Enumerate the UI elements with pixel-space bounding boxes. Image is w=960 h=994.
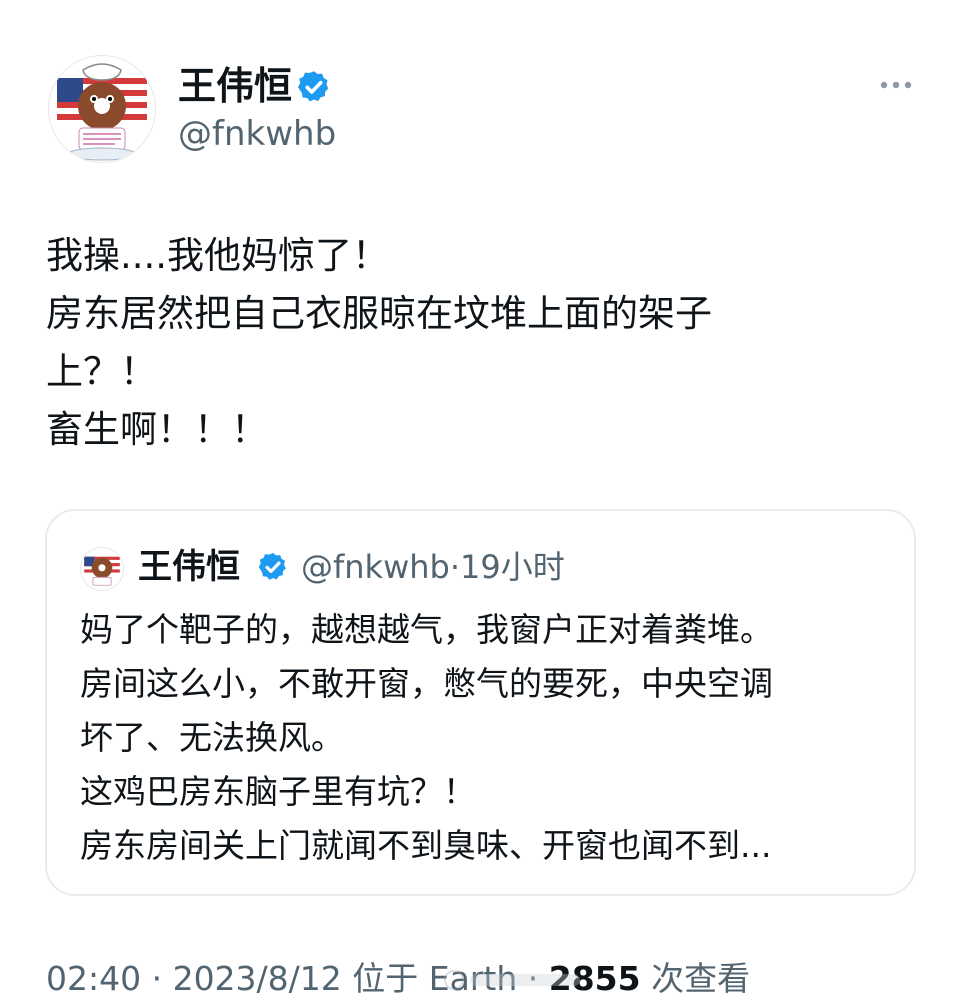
- quoted-author-avatar: [80, 547, 124, 591]
- meta-separator: [641, 959, 652, 994]
- tweet-timestamp[interactable]: 02:40 · 2023/8/12: [46, 959, 342, 994]
- quoted-tweet-meta: @fnkwhb·19小时: [301, 545, 565, 589]
- more-options-icon[interactable]: [872, 70, 920, 100]
- donut-cartoon-avatar-icon: [49, 56, 155, 162]
- verified-badge-icon: [297, 71, 329, 102]
- author-handle[interactable]: @fnkwhb: [178, 112, 336, 156]
- author-avatar[interactable]: [48, 55, 156, 163]
- quoted-tweet-text: 妈了个靶子的，越想越气，我窗户正对着粪堆。 房间这么小，不敢开窗，憋气的要死，中…: [80, 610, 773, 865]
- verified-badge-icon: [258, 553, 286, 580]
- quoted-author-handle: @fnkwhb: [301, 548, 450, 586]
- quoted-author-display-name: 王伟恒: [138, 547, 240, 587]
- quoted-tweet-time: 19小时: [460, 548, 565, 586]
- meta-separator: ·: [449, 548, 461, 586]
- views-label: 次查看: [651, 959, 751, 994]
- quoted-tweet-card[interactable]: 王伟恒 @fnkwhb·19小时 妈了个靶子的，越想越气，我窗户正对着粪堆。 房…: [45, 509, 916, 896]
- tweet-meta-line: 02:40 · 2023/8/12 位于 Earth · 2855 次查看: [46, 954, 750, 994]
- author-display-name[interactable]: 王伟恒: [178, 62, 292, 110]
- watermark-overlay: [444, 970, 580, 990]
- tweet-text: 我操....我他妈惊了！ 房东居然把自己衣服晾在坟堆上面的架子 上？！ 畜生啊！…: [46, 234, 712, 451]
- meta-separator: [342, 959, 353, 994]
- donut-cartoon-avatar-icon: [81, 548, 123, 590]
